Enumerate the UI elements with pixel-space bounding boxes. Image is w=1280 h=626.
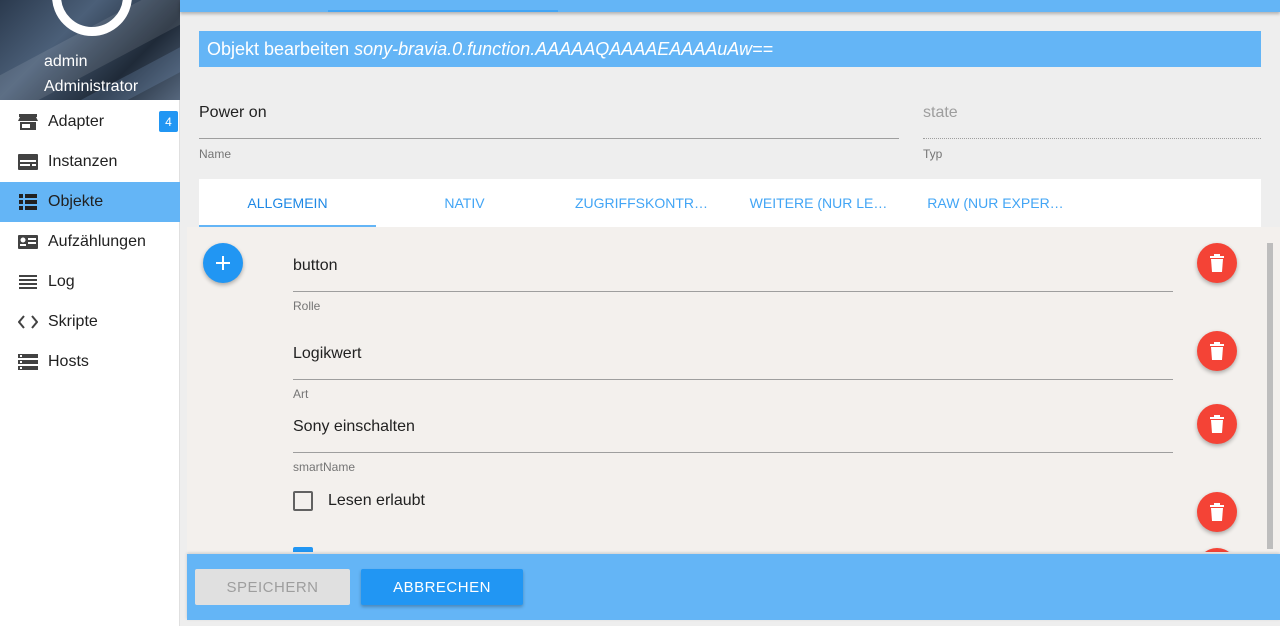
dialog-tabs: ALLGEMEIN NATIV ZUGRIFFSKONTR… WEITERE (… <box>199 179 1261 227</box>
write-allowed-checkbox[interactable] <box>293 547 313 552</box>
sidebar-item-log[interactable]: Log <box>0 262 180 302</box>
sidebar-item-label: Log <box>48 273 75 290</box>
art-value[interactable]: Logikwert <box>293 345 1173 363</box>
sidebar-item-instanzen[interactable]: Instanzen <box>0 142 180 182</box>
role-value[interactable]: button <box>293 257 1173 275</box>
name-label: Name <box>199 147 232 161</box>
type-label: Typ <box>923 147 943 161</box>
sidebar-item-hosts[interactable]: Hosts <box>0 342 180 382</box>
tab-allgemein[interactable]: ALLGEMEIN <box>199 179 376 227</box>
delete-smartname-button[interactable] <box>1197 404 1237 444</box>
tab-content-allgemein: button Rolle Logikwert Art Sony einschal… <box>187 227 1267 552</box>
sidebar-item-objekte[interactable]: Objekte <box>0 182 180 222</box>
code-icon <box>18 312 38 332</box>
enum-icon <box>18 232 38 252</box>
trash-icon <box>1210 415 1224 433</box>
type-select-field[interactable]: Logikwert Art <box>293 345 1173 405</box>
delete-art-button[interactable] <box>1197 331 1237 371</box>
sidebar-item-label: Skripte <box>48 313 98 330</box>
smartname-field[interactable]: Sony einschalten smartName <box>293 418 1173 478</box>
name-field[interactable]: Power on Name <box>199 104 899 164</box>
delete-read-button[interactable] <box>1197 492 1237 532</box>
role-label: Rolle <box>293 299 321 313</box>
tab-nativ[interactable]: NATIV <box>376 179 553 227</box>
plus-icon <box>216 256 230 270</box>
tab-zugriffskontrolle[interactable]: ZUGRIFFSKONTR… <box>553 179 730 227</box>
tab-raw[interactable]: RAW (NUR EXPER… <box>907 179 1084 227</box>
sidebar-item-label: Hosts <box>48 353 89 370</box>
read-allowed-checkbox[interactable] <box>293 491 313 511</box>
smartname-label: smartName <box>293 460 356 474</box>
sidebar-item-adapter[interactable]: Adapter 4 <box>0 102 180 142</box>
tab-weitere[interactable]: WEITERE (NUR LE… <box>730 179 907 227</box>
object-id: sony-bravia.0.function.AAAAAQAAAAEAAAAuA… <box>354 38 773 59</box>
add-attribute-button[interactable] <box>203 243 243 283</box>
user-panel: admin Administrator <box>0 0 180 100</box>
sidebar-item-label: Objekte <box>48 193 104 210</box>
art-label: Art <box>293 387 309 401</box>
main-area: Objekt bearbeiten sony-bravia.0.function… <box>180 0 1280 626</box>
delete-write-button[interactable] <box>1197 548 1237 552</box>
save-button[interactable]: SPEICHERN <box>195 569 350 605</box>
list-icon <box>18 192 38 212</box>
instances-icon <box>18 152 38 172</box>
log-icon <box>18 272 38 292</box>
sidebar-item-label: Adapter <box>48 113 105 130</box>
content-scrollbar[interactable] <box>1267 243 1273 549</box>
sidebar-item-aufzaehlungen[interactable]: Aufzählungen <box>0 222 180 262</box>
role-field[interactable]: button Rolle <box>293 257 1173 317</box>
store-icon <box>18 112 38 132</box>
dialog-title: Objekt bearbeiten sony-bravia.0.function… <box>199 31 1261 67</box>
sidebar-item-skripte[interactable]: Skripte <box>0 302 180 342</box>
sidebar-item-label: Instanzen <box>48 153 118 170</box>
delete-role-button[interactable] <box>1197 243 1237 283</box>
cancel-button[interactable]: ABBRECHEN <box>361 569 523 605</box>
trash-icon <box>1210 342 1224 360</box>
top-app-bar <box>180 0 1280 12</box>
user-role: Administrator <box>44 78 139 95</box>
sidebar-nav: Adapter 4 Instanzen Objekte Aufzählungen <box>0 102 180 382</box>
dialog-footer: SPEICHERN ABBRECHEN <box>187 554 1280 620</box>
type-field: state Typ <box>923 104 1261 164</box>
hosts-icon <box>18 352 38 372</box>
trash-icon <box>1210 503 1224 521</box>
type-value: state <box>923 104 958 121</box>
adapter-count-badge: 4 <box>159 111 178 132</box>
read-allowed-label: Lesen erlaubt <box>328 492 425 509</box>
trash-icon <box>1210 254 1224 272</box>
sidebar: admin Administrator Adapter 4 Instanzen … <box>0 0 180 626</box>
user-name: admin <box>44 53 88 70</box>
dialog-title-prefix: Objekt bearbeiten <box>207 38 350 59</box>
name-value[interactable]: Power on <box>199 104 899 122</box>
sidebar-item-label: Aufzählungen <box>48 233 146 250</box>
read-allowed-checkbox-row[interactable]: Lesen erlaubt <box>293 491 425 511</box>
smartname-value[interactable]: Sony einschalten <box>293 418 1173 436</box>
